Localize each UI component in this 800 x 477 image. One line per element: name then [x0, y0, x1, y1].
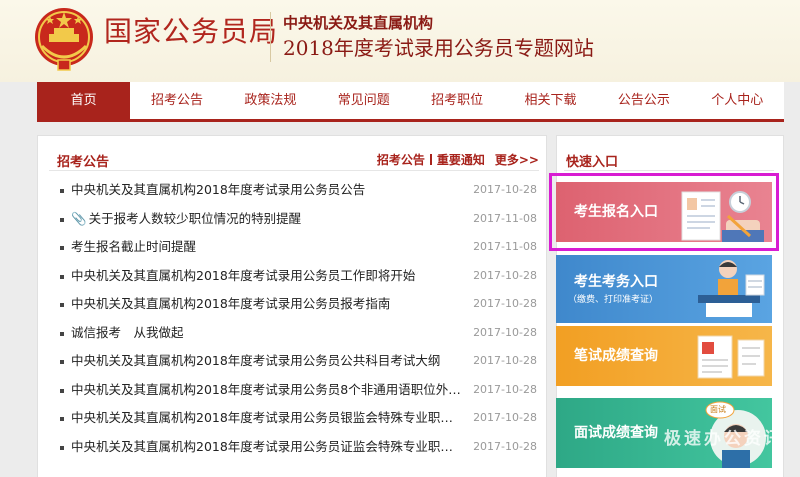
list-item[interactable]: 中央机关及其直属机构2018年度考试录用公务员8个非通用语职位外语水… 2017-…	[49, 376, 539, 405]
list-item[interactable]: 诚信报考 从我做起 2017-10-28	[49, 319, 539, 348]
item-date: 2017-11-08	[473, 240, 537, 253]
interview-score-query-label: 面试成绩查询	[574, 425, 658, 441]
bullet-icon	[60, 274, 64, 279]
item-title[interactable]: 中央机关及其直属机构2018年度考试录用公务员报考指南	[71, 290, 463, 319]
item-title[interactable]: 中央机关及其直属机构2018年度考试录用公务员证监会特殊专业职位专业…	[71, 433, 463, 462]
quick-entry-header: 快速入口	[564, 148, 774, 171]
item-date: 2017-10-28	[473, 382, 537, 396]
list-item[interactable]: 中央机关及其直属机构2018年度考试录用公务员银监会特殊专业职位专业… 2017-…	[49, 404, 539, 433]
item-title[interactable]: 中央机关及其直属机构2018年度考试录用公务员公共科目考试大纲	[71, 347, 463, 376]
item-date: 2017-10-28	[473, 354, 537, 367]
item-date: 2017-10-28	[473, 325, 537, 339]
item-title[interactable]: 中央机关及其直属机构2018年度考试录用公务员银监会特殊专业职位专业…	[71, 404, 463, 433]
site-subtitle: 中央机关及其直属机构	[283, 14, 434, 32]
national-emblem-icon	[35, 8, 93, 71]
item-title[interactable]: 诚信报考 从我做起	[71, 319, 463, 348]
item-date: 2017-10-28	[473, 439, 537, 453]
item-title[interactable]: 考生报名截止时间提醒	[71, 233, 463, 262]
score-sheet-icon	[697, 335, 765, 379]
list-item[interactable]: 中央机关及其直属机构2018年度考试录用公务员公告 2017-10-28	[49, 176, 539, 205]
list-item[interactable]: 中央机关及其直属机构2018年度考试录用公务员工作即将开始 2017-10-28	[49, 262, 539, 291]
org-name: 国家公务员局	[104, 15, 279, 48]
interview-bubble-label: 面试	[710, 405, 726, 414]
item-title[interactable]: 中央机关及其直属机构2018年度考试录用公务员8个非通用语职位外语水…	[71, 376, 463, 405]
announcement-panel: 招考公告 招考公告 重要通知 更多>> 中央机关及其直属机构2018年度考试录用公务…	[37, 135, 547, 477]
link-separator	[429, 154, 432, 165]
nav-personal-center[interactable]: 个人中心	[691, 82, 784, 119]
announcement-title: 招考公告	[57, 155, 110, 170]
bullet-icon	[60, 445, 64, 450]
announcement-links: 招考公告 重要通知 更多>>	[377, 151, 539, 168]
item-title[interactable]: 📎 关于报考人数较少职位情况的特别提醒	[71, 205, 463, 234]
exam-affairs-entry-sublabel: （缴费、打印准考证）	[568, 295, 659, 305]
link-recruitment-notices[interactable]: 招考公告	[377, 153, 425, 167]
nav-recruitment-notices[interactable]: 招考公告	[130, 82, 223, 119]
attachment-icon: 📎	[71, 210, 87, 226]
site-header: 国家公务员局 中央机关及其直属机构 2018年度考试录用公务员专题网站	[0, 0, 800, 82]
list-item[interactable]: 中央机关及其直属机构2018年度考试录用公务员报考指南 2017-10-28	[49, 290, 539, 319]
nav-public-notices[interactable]: 公告公示	[597, 82, 690, 119]
list-item[interactable]: 中央机关及其直属机构2018年度考试录用公务员证监会特殊专业职位专业… 2017-…	[49, 433, 539, 462]
list-item[interactable]: 中央机关及其直属机构2018年度考试录用公务员公共科目考试大纲 2017-10-2…	[49, 347, 539, 376]
site-title: 2018年度考试录用公务员专题网站	[283, 36, 594, 60]
bullet-icon	[60, 189, 64, 193]
bullet-icon	[60, 388, 64, 393]
bullet-icon	[60, 417, 64, 421]
bullet-icon	[60, 360, 64, 364]
written-score-query-label: 笔试成绩查询	[574, 348, 658, 364]
item-date: 2017-10-28	[473, 268, 537, 282]
watermark-text: 极速办公资讯	[664, 429, 784, 449]
item-title[interactable]: 中央机关及其直属机构2018年度考试录用公务员工作即将开始	[71, 262, 463, 291]
item-date: 2017-10-28	[473, 183, 537, 196]
bullet-icon	[60, 246, 64, 250]
announcement-header: 招考公告 招考公告 重要通知 更多>>	[49, 148, 539, 171]
announcement-list: 中央机关及其直属机构2018年度考试录用公务员公告 2017-10-28 📎 关于报…	[49, 176, 539, 461]
item-date: 2017-10-28	[473, 297, 537, 310]
quick-entry-title: 快速入口	[566, 155, 619, 170]
link-important-notices[interactable]: 重要通知	[437, 153, 485, 167]
item-date: 2017-10-28	[473, 411, 537, 424]
header-divider	[270, 12, 271, 62]
item-title[interactable]: 中央机关及其直属机构2018年度考试录用公务员公告	[71, 176, 463, 205]
more-link[interactable]: 更多>>	[495, 153, 539, 167]
nav-policies[interactable]: 政策法规	[224, 82, 317, 119]
exam-affairs-entry-button[interactable]: 考生考务入口 （缴费、打印准考证）	[556, 255, 772, 323]
bullet-icon	[60, 303, 64, 307]
exam-affairs-entry-label: 考生考务入口	[574, 274, 658, 290]
bullet-icon	[60, 331, 64, 336]
registration-highlight-frame	[549, 173, 779, 251]
nav-downloads[interactable]: 相关下载	[504, 82, 597, 119]
list-item[interactable]: 考生报名截止时间提醒 2017-11-08	[49, 233, 539, 262]
nav-positions[interactable]: 招考职位	[411, 82, 504, 119]
list-item[interactable]: 📎 关于报考人数较少职位情况的特别提醒 2017-11-08	[49, 205, 539, 234]
item-title-text: 关于报考人数较少职位情况的特别提醒	[88, 210, 302, 226]
printer-illustration-icon	[698, 260, 765, 317]
written-score-query-button[interactable]: 笔试成绩查询	[556, 326, 772, 386]
bullet-icon	[60, 217, 64, 222]
nav-faq[interactable]: 常见问题	[317, 82, 410, 119]
item-date: 2017-11-08	[473, 211, 537, 225]
nav-home[interactable]: 首页	[37, 82, 131, 119]
main-nav: 首页 招考公告 政策法规 常见问题 招考职位 相关下载 公告公示 个人中心	[37, 82, 784, 122]
